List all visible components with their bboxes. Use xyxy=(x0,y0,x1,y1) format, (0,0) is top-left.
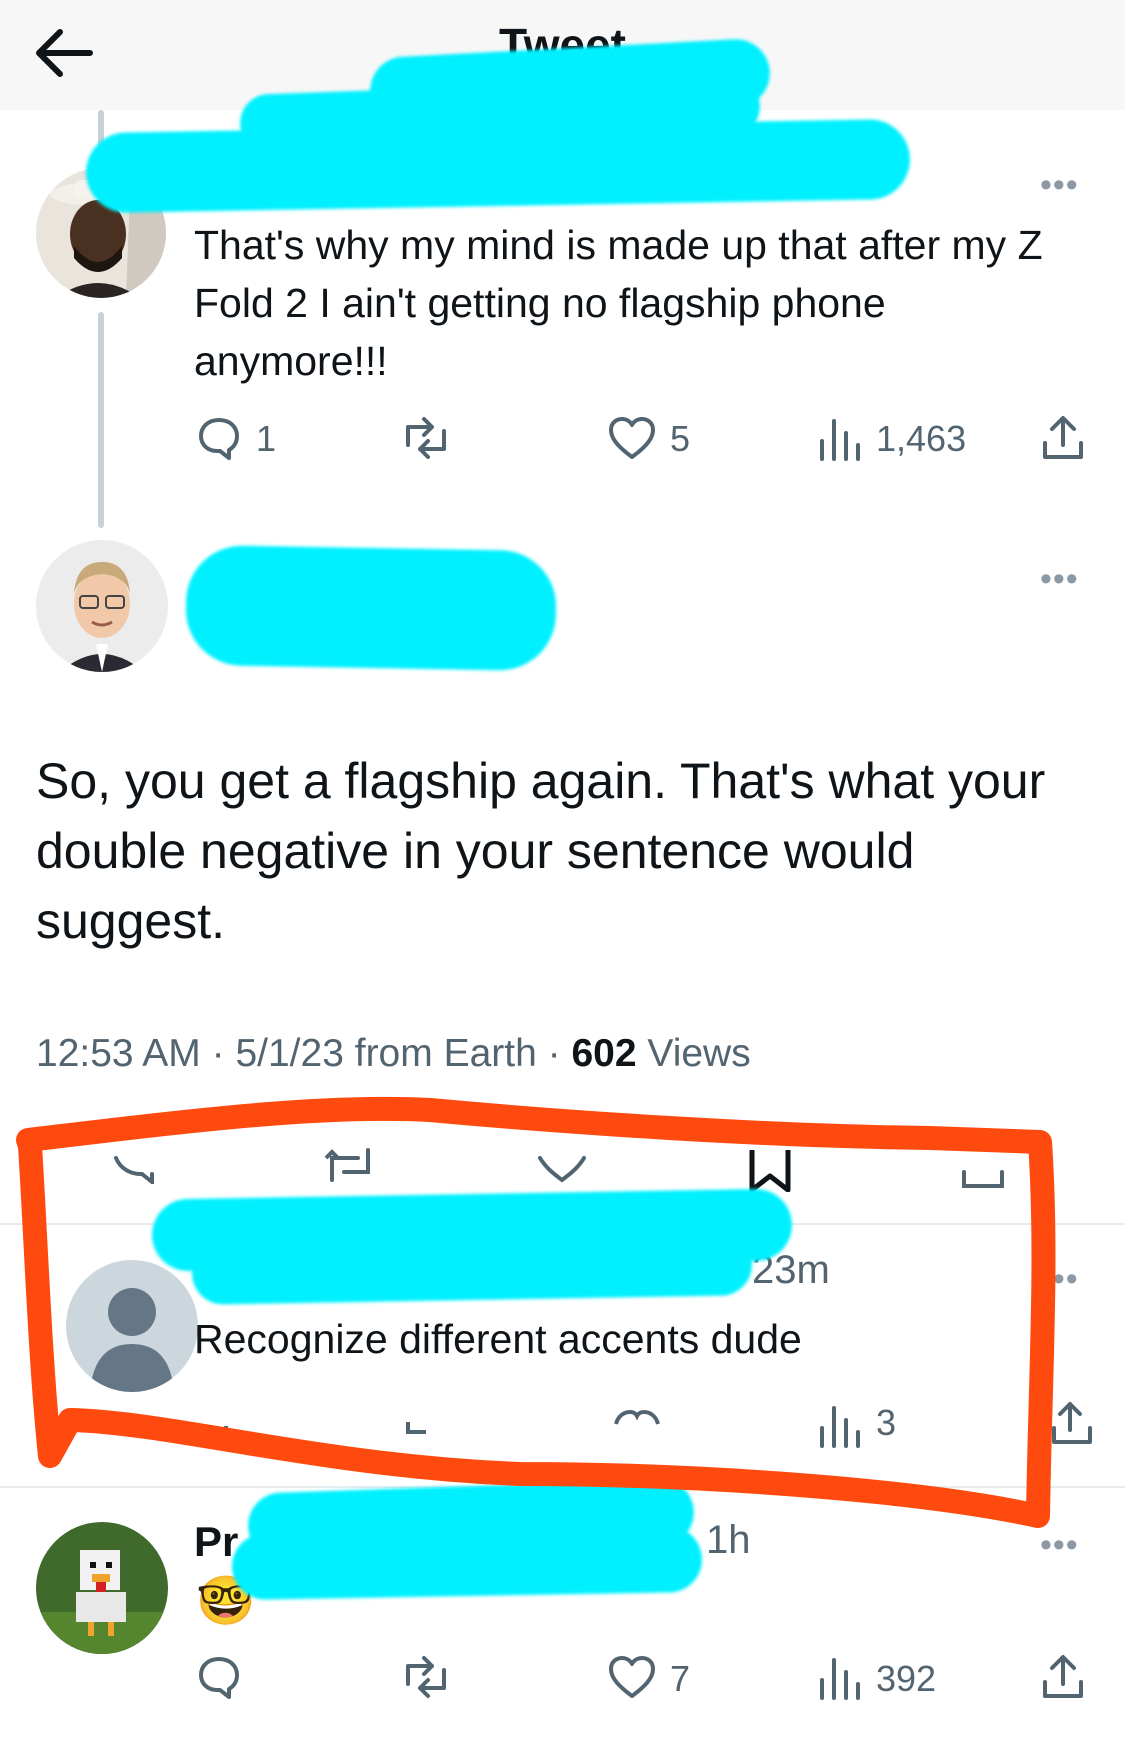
annotation-outline xyxy=(16,1096,1056,1528)
